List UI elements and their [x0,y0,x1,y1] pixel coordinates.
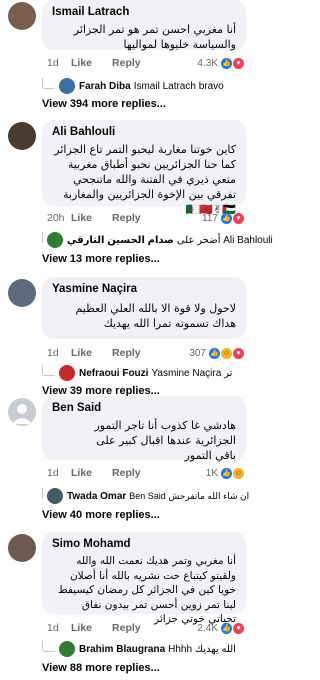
reply-preview[interactable]: Nefraoui Fouzi Yasmine Naçira تر [42,363,246,383]
comment-bubble: Ali Bahlouli كاين خوتنا مغاربة ليحبو الت… [42,120,246,216]
avatar [47,232,63,248]
comment-actions: 1d Like Reply 2.4K 👍 ♥ [47,620,244,636]
reply-author[interactable]: صدام الحسين التارقي [67,235,174,246]
reaction-summary[interactable]: 2.4K 👍 ♥ [197,622,244,634]
reply-arrow-icon [42,77,55,89]
love-reaction-icon: ♥ [233,57,244,69]
view-more-replies[interactable]: View 394 more replies... [42,98,166,110]
comment-text: أنا مغربي وتمر هديك نعمت الله والله ولقي… [58,555,236,625]
comment-text: لاحول ولا قوة الا بالله العلي العظيم هدا… [75,302,236,330]
reply-preview[interactable]: Farah Diba Ismail Latrach bravo [42,76,246,96]
reaction-count: 4.3K [197,57,218,69]
view-more-replies[interactable]: View 40 more replies... [42,509,160,521]
comment-time[interactable]: 1d [47,622,71,634]
like-button[interactable]: Like [71,347,92,359]
reaction-count: 307 [189,347,206,359]
comment-bubble: Ben Said هادشي غا كذوب أنا تاجر التمور ا… [42,396,246,462]
avatar [59,78,75,94]
haha-reaction-icon: ☺ [221,347,232,359]
default-avatar-icon [12,404,32,424]
reply-preview[interactable]: صدام الحسين التارقي Ali Bahlouli أضحر عل… [42,230,273,250]
reaction-count: 2.4K [197,622,218,634]
reply-arrow-icon [42,231,43,243]
comment-bubble: Ismail Latrach أنا مغربي احسن تمر هو تمر… [42,0,246,51]
comment-actions: 20h Like Reply 117 👍 ♥ [47,210,244,226]
reaction-count: 117 [202,212,218,224]
reply-button[interactable]: Reply [112,622,141,634]
reply-text: Hhhh الله يهديك [168,643,236,655]
view-more-replies[interactable]: View 88 more replies... [42,662,160,674]
comment-bubble: Simo Mohamd أنا مغربي وتمر هديك نعمت الل… [42,532,246,625]
reply-text: Ali Bahlouli أضحر على [176,234,273,246]
comment-actions: 1d Like Reply 1K 👍 ☺ [47,465,244,481]
reply-author[interactable]: Farah Diba [79,81,131,92]
haha-reaction-icon: ☺ [233,467,244,479]
like-reaction-icon: 👍 [221,467,232,479]
comment-author[interactable]: Yasmine Naçira [52,282,236,297]
comment-time[interactable]: 1d [47,347,71,359]
reply-text: Ben Said ان شاء الله ماتفرحش [129,490,250,501]
like-button[interactable]: Like [71,57,92,69]
comment-text: كاين خوتنا مغاربة ليحبو التمر تاع الجزائ… [54,143,236,216]
like-button[interactable]: Like [71,622,92,634]
avatar [59,365,75,381]
avatar[interactable] [8,398,36,426]
reply-author[interactable]: Brahim Blaugrana [79,644,165,655]
reply-preview[interactable]: Twada Omar Ben Said ان شاء الله ماتفرحش [42,486,250,506]
like-reaction-icon: 👍 [221,212,232,224]
avatar [47,488,63,504]
love-reaction-icon: ♥ [233,347,244,359]
avatar[interactable] [8,534,36,562]
reaction-summary[interactable]: 1K 👍 ☺ [205,467,244,479]
comment-text: هادشي غا كذوب أنا تاجر التمور الجزائرية … [94,419,236,462]
avatar[interactable] [8,279,36,307]
like-reaction-icon: 👍 [221,622,232,634]
reaction-summary[interactable]: 117 👍 ♥ [202,212,244,224]
comment-time[interactable]: 20h [47,212,71,224]
comment-bubble: Yasmine Naçira لاحول ولا قوة الا بالله ا… [42,277,246,339]
comment-author[interactable]: Ali Bahlouli [52,125,236,140]
comment-actions: 1d Like Reply 4.3K 👍 ♥ [47,55,244,71]
comment-time[interactable]: 1d [47,467,71,479]
reply-text: Yasmine Naçira تر [151,367,233,379]
love-reaction-icon: ♥ [233,212,244,224]
reply-arrow-icon [42,640,55,652]
reply-author[interactable]: Twada Omar [67,491,126,502]
avatar [59,641,75,657]
view-more-replies[interactable]: View 13 more replies... [42,253,160,265]
comment-author[interactable]: Ismail Latrach [52,5,236,20]
comment-text: أنا مغربي احسن تمر هو تمر الجزائر والسيا… [73,23,236,51]
reply-button[interactable]: Reply [112,467,141,479]
reply-button[interactable]: Reply [112,57,141,69]
comment-actions: 1d Like Reply 307 👍 ☺ ♥ [47,345,244,361]
reaction-count: 1K [205,467,218,479]
like-button[interactable]: Like [71,467,92,479]
like-reaction-icon: 👍 [209,347,220,359]
reply-text: Ismail Latrach bravo [133,80,224,92]
reaction-summary[interactable]: 4.3K 👍 ♥ [197,57,244,69]
reply-arrow-icon [42,487,43,499]
like-reaction-icon: 👍 [221,57,232,69]
reply-arrow-icon [42,364,55,376]
comment-author[interactable]: Ben Said [52,401,236,416]
reply-button[interactable]: Reply [112,212,141,224]
comment-time[interactable]: 1d [47,57,71,69]
avatar[interactable] [8,122,36,150]
comment-author[interactable]: Simo Mohamd [52,537,236,552]
reply-button[interactable]: Reply [112,347,141,359]
reply-preview[interactable]: Brahim Blaugrana Hhhh الله يهديك [42,639,246,659]
avatar[interactable] [8,2,36,30]
reply-author[interactable]: Nefraoui Fouzi [79,368,148,379]
like-button[interactable]: Like [71,212,92,224]
reaction-summary[interactable]: 307 👍 ☺ ♥ [189,347,244,359]
love-reaction-icon: ♥ [233,622,244,634]
